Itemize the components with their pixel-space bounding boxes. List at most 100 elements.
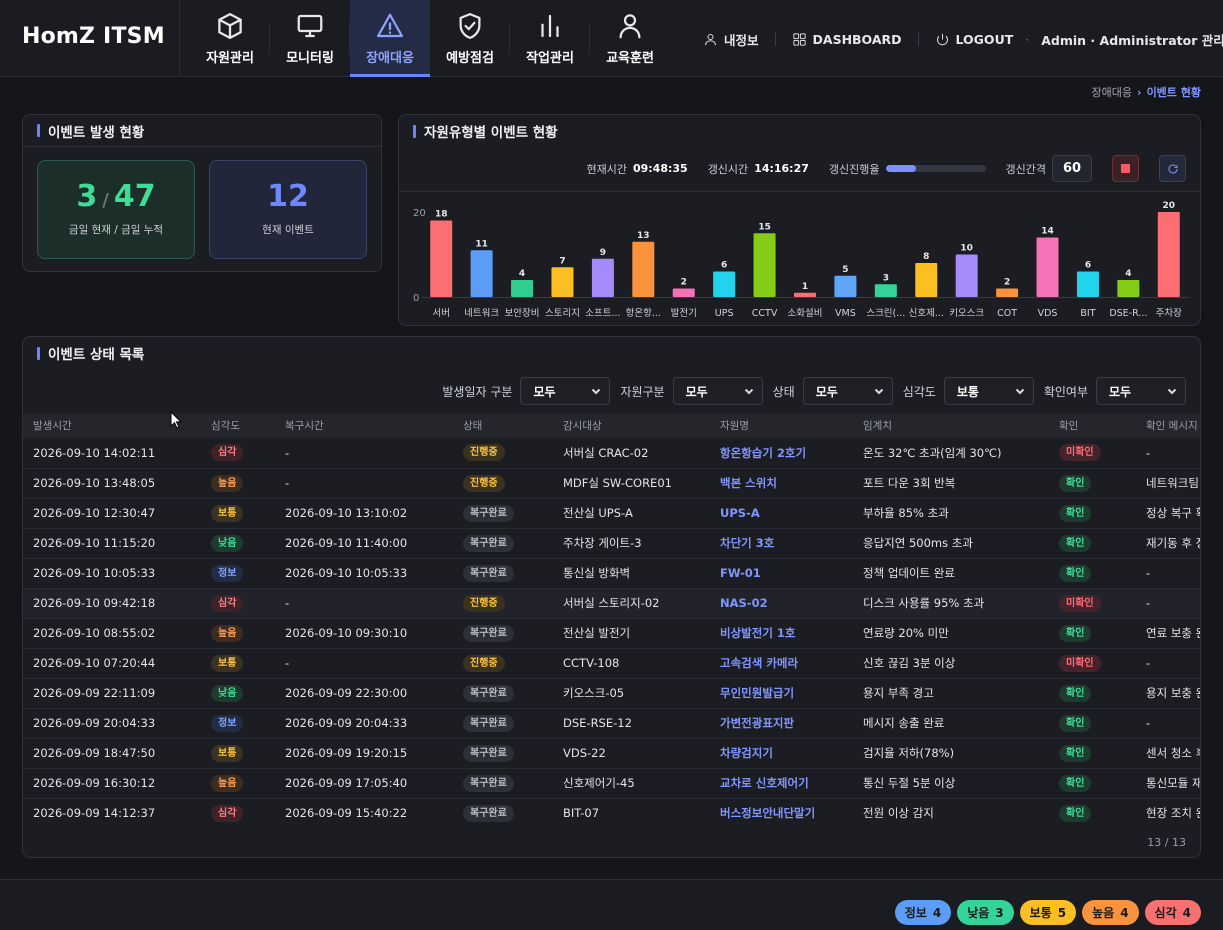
x-tick-label: 스토리지 [545, 308, 580, 319]
legend-label: 높음 [1092, 906, 1115, 920]
table-row[interactable]: 2026-09-10 12:30:47 보통 2026-09-10 13:10:02… [23, 498, 1200, 528]
resource-link[interactable]: 무인민원발급기 [710, 678, 853, 708]
table-row[interactable]: 2026-09-10 11:15:20 낮음 2026-09-10 11:40:00… [23, 528, 1200, 558]
check-badge[interactable]: 확인 [1059, 534, 1092, 552]
check-badge[interactable]: 확인 [1059, 624, 1092, 642]
cell-target: MDF실 SW-CORE01 [563, 476, 672, 490]
table-row[interactable]: 2026-09-10 13:48:05 높음 - 진행중 MDF실 SW-CORE01 백… [23, 468, 1200, 498]
interval-input[interactable]: 60 [1052, 155, 1092, 182]
nav-item-monitoring[interactable]: 모니터링 [270, 0, 350, 77]
resource-link[interactable]: 가변전광표지판 [710, 708, 853, 738]
chart-bar [1157, 212, 1180, 297]
bar-value-label: 6 [721, 261, 727, 271]
col-header-recovery[interactable]: 복구시간 [275, 413, 453, 438]
resource-link[interactable]: FW-01 [710, 558, 853, 588]
legend-pill[interactable]: 높음 4 [1082, 900, 1139, 925]
footer-bar: 정보 4 낮음 3 보통 5 높음 4 심각 4 [0, 879, 1223, 930]
bar-value-label: 4 [1125, 269, 1131, 279]
status-select[interactable]: 모두 [802, 377, 893, 405]
table-row[interactable]: 2026-09-10 14:02:11 심각 - 진행중 서버실 CRAC-02 항온항습… [23, 438, 1200, 468]
nav-item-resource[interactable]: 자원관리 [190, 0, 270, 77]
nav-item-incident[interactable]: 장애대응 [350, 0, 430, 77]
cell-severity: 높음 [201, 768, 275, 798]
x-tick-label: 소화설비 [788, 308, 823, 319]
col-header-target[interactable]: 감시대상 [553, 413, 710, 438]
app-logo[interactable]: HomZ ITSM [22, 24, 165, 49]
check-badge[interactable]: 확인 [1059, 774, 1092, 792]
panel-title: 자원유형별 이벤트 현황 [399, 115, 1200, 147]
cell-time: 2026-09-09 20:04:33 [33, 716, 156, 730]
col-header-threshold[interactable]: 임계치 [853, 413, 1049, 438]
dashboard-icon [792, 32, 806, 46]
event-table-wrapper[interactable]: 발생시간 심각도 복구시간 상태 감시대상 자원명 임계치 확인 확인 메시지 … [23, 413, 1200, 828]
resource-link[interactable]: 교차로 신호제어기 [710, 768, 853, 798]
resource-link[interactable]: 항온항습기 2호기 [710, 438, 853, 468]
col-header-resource[interactable]: 자원명 [710, 413, 853, 438]
check-badge[interactable]: 미확인 [1059, 654, 1101, 672]
resource-link[interactable]: 차단기 3호 [710, 528, 853, 558]
check-badge[interactable]: 확인 [1059, 474, 1092, 492]
nav-item-training[interactable]: 교육훈련 [590, 0, 670, 77]
nav-item-work[interactable]: 작업관리 [510, 0, 590, 77]
cell-severity: 보통 [201, 498, 275, 528]
cell-severity: 정보 [201, 708, 275, 738]
col-header-status[interactable]: 상태 [453, 413, 553, 438]
table-row[interactable]: 2026-09-10 09:42:18 심각 - 진행중 서버실 스토리지-02 NAS-… [23, 588, 1200, 618]
table-row[interactable]: 2026-09-09 22:11:09 낮음 2026-09-09 22:30:00… [23, 678, 1200, 708]
table-row[interactable]: 2026-09-09 20:04:33 정보 2026-09-09 20:04:33… [23, 708, 1200, 738]
resource-link[interactable]: 비상발전기 1호 [710, 618, 853, 648]
breadcrumb-parent[interactable]: 장애대응 [1092, 84, 1132, 100]
chart-bar [713, 271, 736, 297]
resource-link[interactable]: NAS-02 [710, 588, 853, 618]
table-row[interactable]: 2026-09-10 08:55:02 높음 2026-09-10 09:30:10… [23, 618, 1200, 648]
check-badge[interactable]: 미확인 [1059, 444, 1101, 462]
legend-pill[interactable]: 보통 5 [1019, 900, 1077, 925]
legend-pill[interactable]: 정보 4 [894, 900, 952, 925]
table-row[interactable]: 2026-09-10 07:20:44 보통 - 진행중 CCTV-108 고속검색 카메… [23, 648, 1200, 678]
myinfo-link[interactable]: 내정보 [703, 30, 759, 49]
date-type-select[interactable]: 모두 [520, 377, 611, 405]
logout-link[interactable]: LOGOUT [935, 32, 1013, 47]
table-row[interactable]: 2026-09-09 16:30:12 높음 2026-09-09 17:05:40… [23, 768, 1200, 798]
col-header-message[interactable]: 확인 메시지 [1136, 413, 1200, 438]
cell-target: 키오스크-05 [563, 686, 625, 700]
check-status-select[interactable]: 모두 [1096, 377, 1186, 405]
table-row[interactable]: 2026-09-09 14:12:37 심각 2026-09-09 15:40:22… [23, 798, 1200, 828]
resource-link[interactable]: 고속검색 카메라 [710, 648, 853, 678]
nav-item-prevention[interactable]: 예방점검 [430, 0, 510, 77]
resource-link[interactable]: 차량검지기 [710, 738, 853, 768]
dashboard-link[interactable]: DASHBOARD [792, 32, 902, 47]
check-badge[interactable]: 확인 [1059, 714, 1092, 732]
cell-recovery: - [285, 596, 290, 610]
resource-link[interactable]: 백본 스위치 [710, 468, 853, 498]
legend-pill[interactable]: 낮음 3 [957, 900, 1014, 925]
check-badge[interactable]: 확인 [1059, 504, 1092, 522]
check-badge[interactable]: 확인 [1059, 684, 1092, 702]
col-header-severity[interactable]: 심각도 [201, 413, 275, 438]
cell-threshold: 전원 이상 감지 [863, 806, 934, 820]
check-badge[interactable]: 확인 [1059, 564, 1092, 582]
check-badge[interactable]: 미확인 [1059, 594, 1101, 612]
top-header: HomZ ITSM 자원관리 모니터링 장애대응 예방점검 작업관리 교육훈련 … [0, 0, 1223, 77]
resource-type-select[interactable]: 모두 [672, 377, 763, 405]
table-row[interactable]: 2026-09-09 18:47:50 보통 2026-09-09 19:20:15… [23, 738, 1200, 768]
legend-pill[interactable]: 심각 4 [1144, 900, 1201, 925]
dashboard-label: DASHBOARD [812, 31, 902, 47]
stop-button[interactable] [1112, 155, 1139, 182]
refresh-button[interactable] [1159, 155, 1186, 182]
col-header-check[interactable]: 확인 [1049, 413, 1136, 438]
resource-link[interactable]: UPS-A [710, 498, 853, 528]
severity-badge: 심각 [211, 804, 244, 822]
check-badge[interactable]: 확인 [1059, 744, 1092, 762]
bar-value-label: 14 [1041, 227, 1054, 237]
cell-status: 복구완료 [453, 768, 553, 798]
cell-severity: 낮음 [201, 678, 275, 708]
severity-badge: 보통 [211, 504, 244, 522]
severity-select[interactable]: 보통 [943, 377, 1034, 405]
cell-message: 네트워크팀 확인중 [1146, 476, 1200, 490]
cell-recovery: 2026-09-10 13:10:02 [285, 506, 408, 520]
table-row[interactable]: 2026-09-10 10:05:33 정보 2026-09-10 10:05:33… [23, 558, 1200, 588]
cell-time: 2026-09-10 12:30:47 [33, 506, 156, 520]
resource-link[interactable]: 버스정보안내단말기 [710, 798, 853, 828]
check-badge[interactable]: 확인 [1059, 804, 1092, 822]
